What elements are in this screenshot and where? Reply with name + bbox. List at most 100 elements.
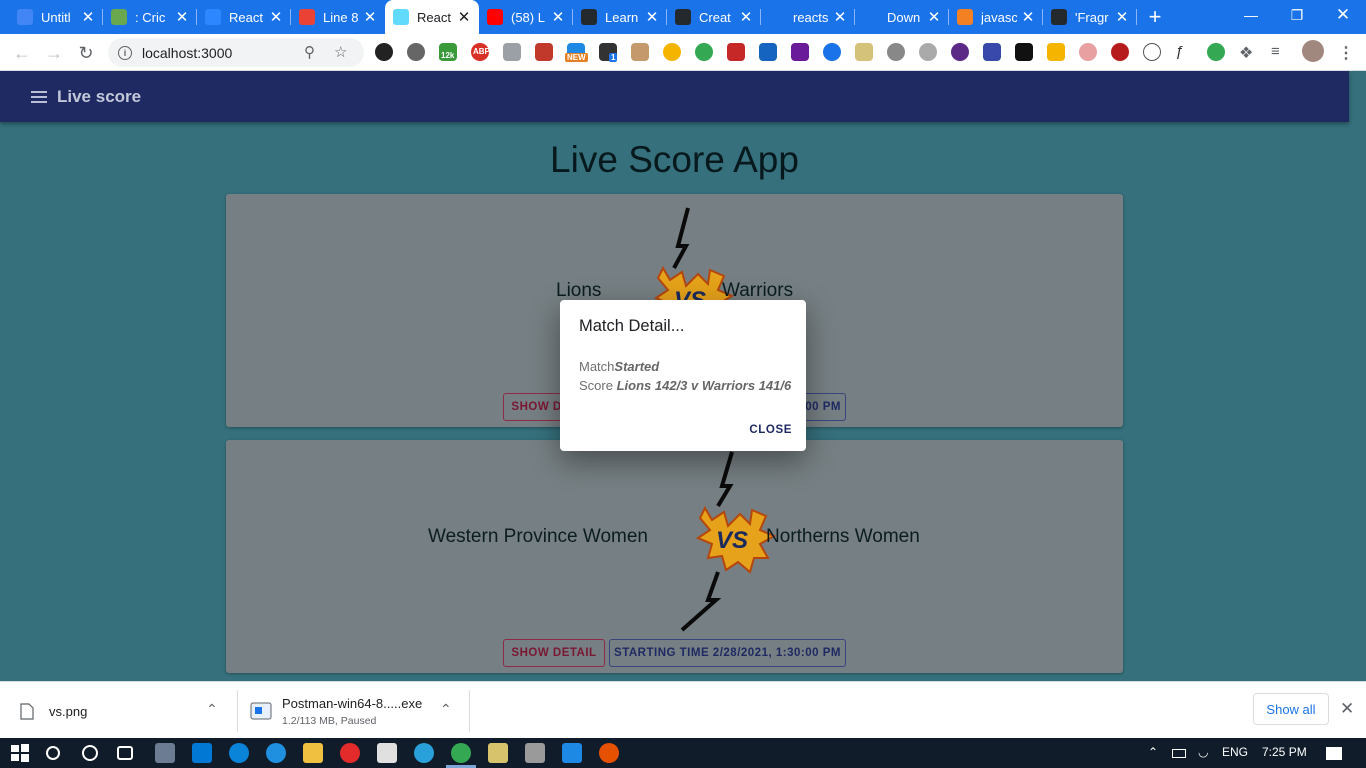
tab-close-icon[interactable]: ✕ (739, 8, 753, 26)
extension-icon[interactable] (823, 43, 841, 61)
browser-tab[interactable]: Creat ✕ (667, 0, 761, 34)
notes-extension-icon[interactable] (855, 43, 873, 61)
internet-explorer-icon[interactable] (266, 743, 286, 763)
browser-tab[interactable]: Untitl ✕ (9, 0, 103, 34)
store-icon[interactable] (377, 743, 397, 763)
tab-close-icon[interactable]: ✕ (363, 8, 377, 26)
cortana-icon[interactable] (82, 745, 98, 761)
app-icon[interactable] (155, 743, 175, 763)
forward-icon[interactable]: → (40, 39, 68, 67)
tool-icon[interactable] (525, 743, 545, 763)
tab-close-icon[interactable]: ✕ (1115, 8, 1129, 26)
edge-icon[interactable] (229, 743, 249, 763)
download-item[interactable]: Postman-win64-8.....exe 1.2/113 MB, Paus… (250, 688, 422, 734)
search-icon[interactable] (46, 746, 60, 760)
browser-tab[interactable]: 'Fragr ✕ (1043, 0, 1137, 34)
close-downloads-icon[interactable]: ✕ (1340, 699, 1354, 719)
tab-close-icon[interactable]: ✕ (1021, 8, 1035, 26)
tab-close-icon[interactable]: ✕ (927, 8, 941, 26)
browser-tab[interactable]: Learn ✕ (573, 0, 667, 34)
tab-close-icon[interactable]: ✕ (457, 8, 471, 26)
chevron-up-icon[interactable]: ⌃ (206, 701, 218, 718)
tab-close-icon[interactable]: ✕ (551, 8, 565, 26)
browser-tab[interactable]: Down ✕ (855, 0, 949, 34)
extension-icon[interactable] (1143, 43, 1161, 61)
browser-tab[interactable]: Line 8 ✕ (291, 0, 385, 34)
window-close-icon[interactable]: ✕ (1320, 0, 1366, 30)
wifi-icon[interactable]: ◡ (1198, 745, 1208, 759)
extension-icon[interactable] (1079, 43, 1097, 61)
file-explorer-icon[interactable] (303, 743, 323, 763)
browser-tab[interactable]: React ✕ (197, 0, 291, 34)
wordpress-extension-icon[interactable] (407, 43, 425, 61)
extension-icon[interactable] (1111, 43, 1129, 61)
chrome-icon[interactable] (451, 743, 471, 763)
function-extension-icon[interactable]: ƒ (1175, 43, 1193, 61)
download-item[interactable]: vs.png (20, 688, 87, 734)
extension-icon[interactable] (1207, 43, 1225, 61)
chevron-up-icon[interactable]: ⌃ (440, 701, 452, 718)
telegram-icon[interactable] (414, 743, 434, 763)
tab-close-icon[interactable]: ✕ (175, 8, 189, 26)
windows-start-icon[interactable] (10, 743, 30, 763)
new-extension-icon[interactable]: NEW (565, 43, 588, 62)
extension-icon[interactable] (919, 43, 937, 61)
notification-icon[interactable] (1326, 747, 1342, 760)
language-indicator[interactable]: ENG (1222, 745, 1248, 759)
notepad-icon[interactable] (488, 743, 508, 763)
tab-close-icon[interactable]: ✕ (645, 8, 659, 26)
back-icon[interactable]: ← (8, 39, 36, 67)
extension-icon[interactable] (631, 43, 649, 61)
tab-close-icon[interactable]: ✕ (833, 8, 847, 26)
site-info-icon[interactable]: i (118, 45, 132, 60)
box-extension-icon[interactable]: 1 (599, 43, 618, 62)
extension-icon[interactable] (1015, 43, 1033, 61)
clock[interactable]: 7:25 PM (1262, 745, 1307, 759)
show-detail-button[interactable]: SHOW DETAIL (503, 639, 605, 667)
browser-tab[interactable]: javasc ✕ (949, 0, 1043, 34)
scrollbar[interactable] (1349, 71, 1366, 681)
extension-icon[interactable] (663, 43, 681, 61)
reload-icon[interactable]: ↻ (72, 39, 100, 67)
battery-icon[interactable] (1172, 749, 1186, 758)
extension-icon[interactable] (951, 43, 969, 61)
bookmark-star-icon[interactable]: ☆ (334, 43, 347, 61)
extension-icon[interactable] (375, 43, 393, 61)
browser-tab[interactable]: (58) L ✕ (479, 0, 573, 34)
dialog-close-button[interactable]: CLOSE (749, 424, 792, 436)
browser-tab[interactable]: React ✕ (385, 0, 479, 34)
extension-icon[interactable] (791, 43, 809, 61)
restore-icon[interactable]: ❐ (1274, 0, 1320, 30)
extension-icon[interactable] (535, 43, 553, 61)
extensions-puzzle-icon[interactable]: ❖ (1239, 43, 1257, 62)
tab-close-icon[interactable]: ✕ (269, 8, 283, 26)
address-bar[interactable]: i localhost:3000 ⚲ ☆ (108, 38, 364, 67)
browser-tab[interactable]: : Cric ✕ (103, 0, 197, 34)
extension-icon[interactable] (983, 43, 1001, 61)
app-icon[interactable] (599, 743, 619, 763)
extension-icon[interactable] (759, 43, 777, 61)
profile-avatar[interactable] (1302, 40, 1324, 62)
browser-tab[interactable]: reacts ✕ (761, 0, 855, 34)
hamburger-menu-icon[interactable] (31, 90, 47, 103)
starting-time-button[interactable]: STARTING TIME 2/28/2021, 1:30:00 PM (609, 639, 846, 667)
wordpress-extension-icon[interactable] (887, 43, 905, 61)
show-all-button[interactable]: Show all (1253, 693, 1329, 725)
tab-close-icon[interactable]: ✕ (81, 8, 95, 26)
extension-icon[interactable] (1047, 43, 1065, 61)
vscode-icon[interactable] (562, 743, 582, 763)
counter-extension-icon[interactable]: 12k (439, 43, 457, 61)
mail-icon[interactable] (192, 743, 212, 763)
zoom-icon[interactable]: ⚲ (304, 43, 315, 61)
adblock-icon[interactable]: ABP (471, 43, 490, 61)
extension-icon[interactable] (727, 43, 745, 61)
task-view-icon[interactable] (117, 746, 133, 760)
tray-chevron-icon[interactable]: ⌃ (1148, 745, 1158, 759)
media-control-icon[interactable]: ≡ (1271, 43, 1289, 61)
minimize-icon[interactable]: — (1228, 0, 1274, 30)
new-tab-button[interactable]: + (1137, 0, 1173, 34)
play-extension-icon[interactable] (503, 43, 521, 61)
color-picker-icon[interactable] (695, 43, 713, 61)
kebab-menu-icon[interactable]: ⋮ (1338, 43, 1356, 62)
opera-icon[interactable] (340, 743, 360, 763)
